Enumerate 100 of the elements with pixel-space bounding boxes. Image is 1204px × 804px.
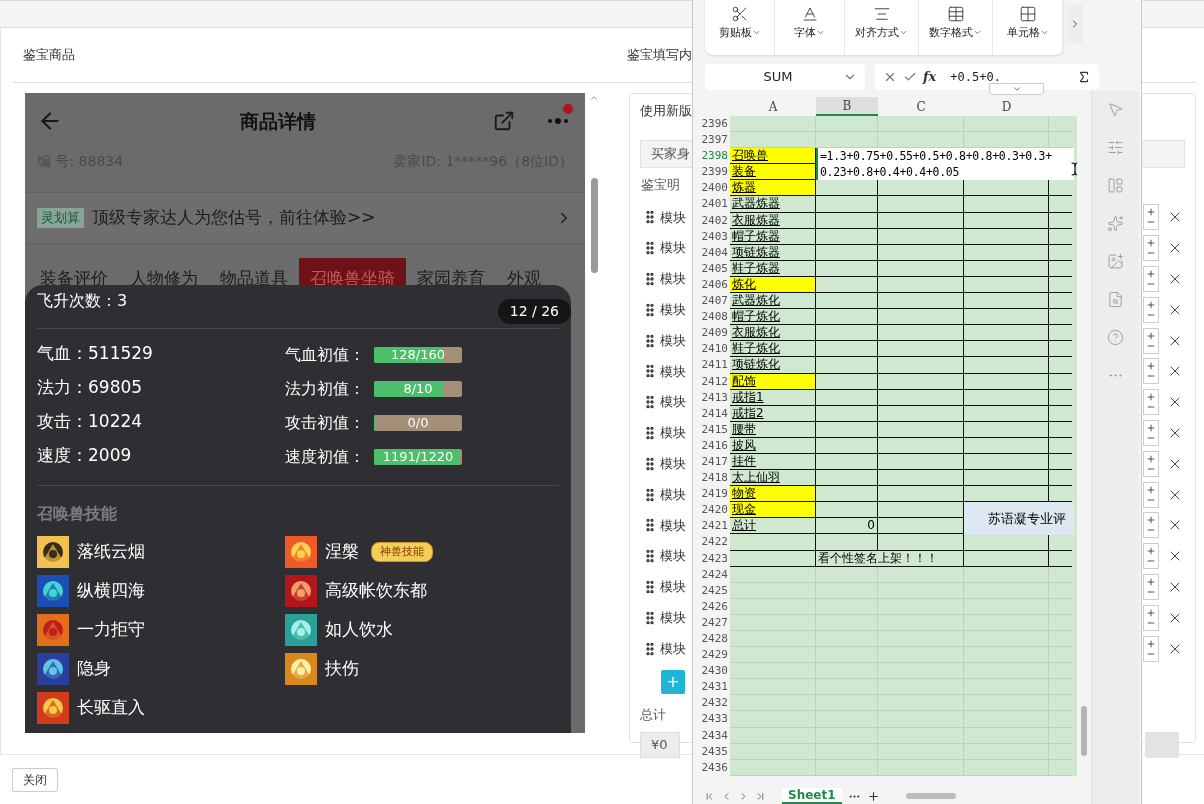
plus-icon[interactable] xyxy=(1146,607,1156,618)
plus-icon[interactable] xyxy=(1146,207,1156,218)
ribbon-group[interactable]: 数字格式 xyxy=(919,0,993,55)
plus-icon[interactable] xyxy=(1146,453,1156,464)
fx-label[interactable]: fx xyxy=(923,67,937,87)
plus-icon[interactable] xyxy=(1146,638,1156,649)
row-number[interactable]: 2409 xyxy=(696,325,730,342)
row-number[interactable]: 2431 xyxy=(696,679,730,696)
row-number[interactable]: 2433 xyxy=(696,711,730,728)
row-number[interactable]: 2407 xyxy=(696,293,730,310)
scrollbar-thumb[interactable] xyxy=(591,178,598,273)
plus-icon[interactable] xyxy=(1146,330,1156,341)
table-cell xyxy=(816,582,878,599)
ribbon-label: 数字格式 xyxy=(929,24,973,41)
row-number[interactable]: 2418 xyxy=(696,470,730,487)
cell-editor[interactable]: =1.3+0.75+0.55+0.5+0.8+0.8+0.3+0.3+ 0.23+0.8+0.4+0.4+0.05 xyxy=(816,148,1074,181)
horizontal-scrollbar[interactable] xyxy=(905,793,956,799)
table-cell xyxy=(816,534,878,551)
total-input[interactable] xyxy=(1145,731,1179,758)
stepper[interactable] xyxy=(1143,419,1159,446)
first-sheet-icon[interactable] xyxy=(704,790,715,802)
add-sheet-icon[interactable] xyxy=(866,789,880,803)
share-icon[interactable] xyxy=(493,110,515,132)
more-button[interactable] xyxy=(547,104,573,124)
plus-icon[interactable] xyxy=(1146,515,1156,526)
stepper[interactable] xyxy=(1143,543,1159,570)
stepper[interactable] xyxy=(1143,296,1159,323)
stepper[interactable] xyxy=(1143,604,1159,631)
column-header[interactable]: B xyxy=(816,97,878,116)
cancel-icon[interactable] xyxy=(883,70,897,84)
row-number[interactable]: 2398 xyxy=(696,148,730,165)
stepper[interactable] xyxy=(1143,450,1159,477)
formula-bar[interactable]: fx +0.5+0. xyxy=(875,64,1099,90)
row-number[interactable]: 2408 xyxy=(696,309,730,326)
row-number[interactable]: 2421 xyxy=(696,518,730,535)
promo-tag: 灵划算 xyxy=(37,208,84,228)
stepper[interactable] xyxy=(1143,235,1159,262)
table-cell: 装备 xyxy=(730,164,816,181)
stepper[interactable] xyxy=(1143,389,1159,416)
row-number[interactable]: 2420 xyxy=(696,502,730,519)
table-cell: 鞋子炼化 xyxy=(730,341,816,358)
last-sheet-icon[interactable] xyxy=(755,790,766,802)
row-number[interactable]: 2400 xyxy=(696,180,730,197)
detail-label: 鉴宝明 xyxy=(641,176,680,195)
ribbon-group[interactable]: 单元格 xyxy=(993,0,1063,55)
row-number[interactable]: 2432 xyxy=(696,695,730,712)
plus-icon[interactable] xyxy=(1146,422,1156,433)
row-number[interactable]: 2429 xyxy=(696,647,730,664)
row-number[interactable]: 2396 xyxy=(696,116,730,133)
stat-text: 气血：511529 xyxy=(37,343,153,363)
skill-name: 如人饮水 xyxy=(325,618,393,642)
ribbon-group[interactable]: 字体 xyxy=(775,0,845,55)
confirm-icon[interactable] xyxy=(903,70,917,84)
row-number[interactable]: 2419 xyxy=(696,486,730,503)
stepper[interactable] xyxy=(1143,573,1159,600)
row-number[interactable]: 2399 xyxy=(696,164,730,181)
column-header[interactable]: D xyxy=(964,97,1049,116)
ribbon-group[interactable]: 剪贴板 xyxy=(705,0,775,55)
vertical-scrollbar-thumb[interactable] xyxy=(1081,706,1087,756)
column-header[interactable]: C xyxy=(878,97,964,116)
row-number[interactable]: 2430 xyxy=(696,663,730,680)
row-number[interactable]: 2428 xyxy=(696,631,730,648)
table-cell xyxy=(816,486,878,503)
pointer-icon[interactable] xyxy=(1107,101,1124,118)
row-number[interactable]: 2401 xyxy=(696,196,730,213)
stepper[interactable] xyxy=(1143,635,1159,662)
column-header[interactable]: A xyxy=(730,97,816,116)
table-cell xyxy=(816,357,878,374)
plus-icon[interactable] xyxy=(1146,299,1156,310)
stepper[interactable] xyxy=(1143,327,1159,354)
stepper[interactable] xyxy=(1143,512,1159,539)
plus-icon[interactable] xyxy=(1146,546,1156,557)
stepper[interactable] xyxy=(1143,204,1159,231)
document-search-icon[interactable] xyxy=(1107,291,1124,308)
name-box[interactable]: SUM xyxy=(705,64,865,90)
row-number[interactable]: 2397 xyxy=(696,132,730,149)
plus-icon[interactable] xyxy=(1146,238,1156,249)
stepper[interactable] xyxy=(1143,358,1159,385)
close-button[interactable]: 关闭 xyxy=(12,767,58,792)
plus-icon[interactable] xyxy=(1146,484,1156,495)
row-number[interactable]: 2411 xyxy=(696,357,730,374)
row-number[interactable]: 2422 xyxy=(696,534,730,551)
plus-icon[interactable] xyxy=(1146,392,1156,403)
formula-icon[interactable] xyxy=(1077,70,1091,84)
help-icon[interactable] xyxy=(1107,329,1124,346)
ribbon-group[interactable]: 对齐方式 xyxy=(845,0,919,55)
sparkle-icon[interactable] xyxy=(1107,215,1124,232)
plus-icon[interactable] xyxy=(1146,269,1156,279)
scroll-up-icon[interactable] xyxy=(589,93,599,103)
plus-icon[interactable] xyxy=(1146,576,1156,587)
stepper[interactable] xyxy=(1143,266,1159,292)
row-number[interactable]: 2410 xyxy=(696,341,730,358)
plus-icon[interactable] xyxy=(1146,361,1156,372)
sheet-tab[interactable]: Sheet1 xyxy=(782,788,842,804)
image-edit-icon[interactable] xyxy=(1107,253,1124,270)
sliders-icon[interactable] xyxy=(1107,139,1124,156)
table-cell xyxy=(816,421,878,438)
initial-reading: 1191/1220 xyxy=(381,449,455,465)
stepper[interactable] xyxy=(1143,481,1159,508)
table-cell xyxy=(816,631,878,648)
